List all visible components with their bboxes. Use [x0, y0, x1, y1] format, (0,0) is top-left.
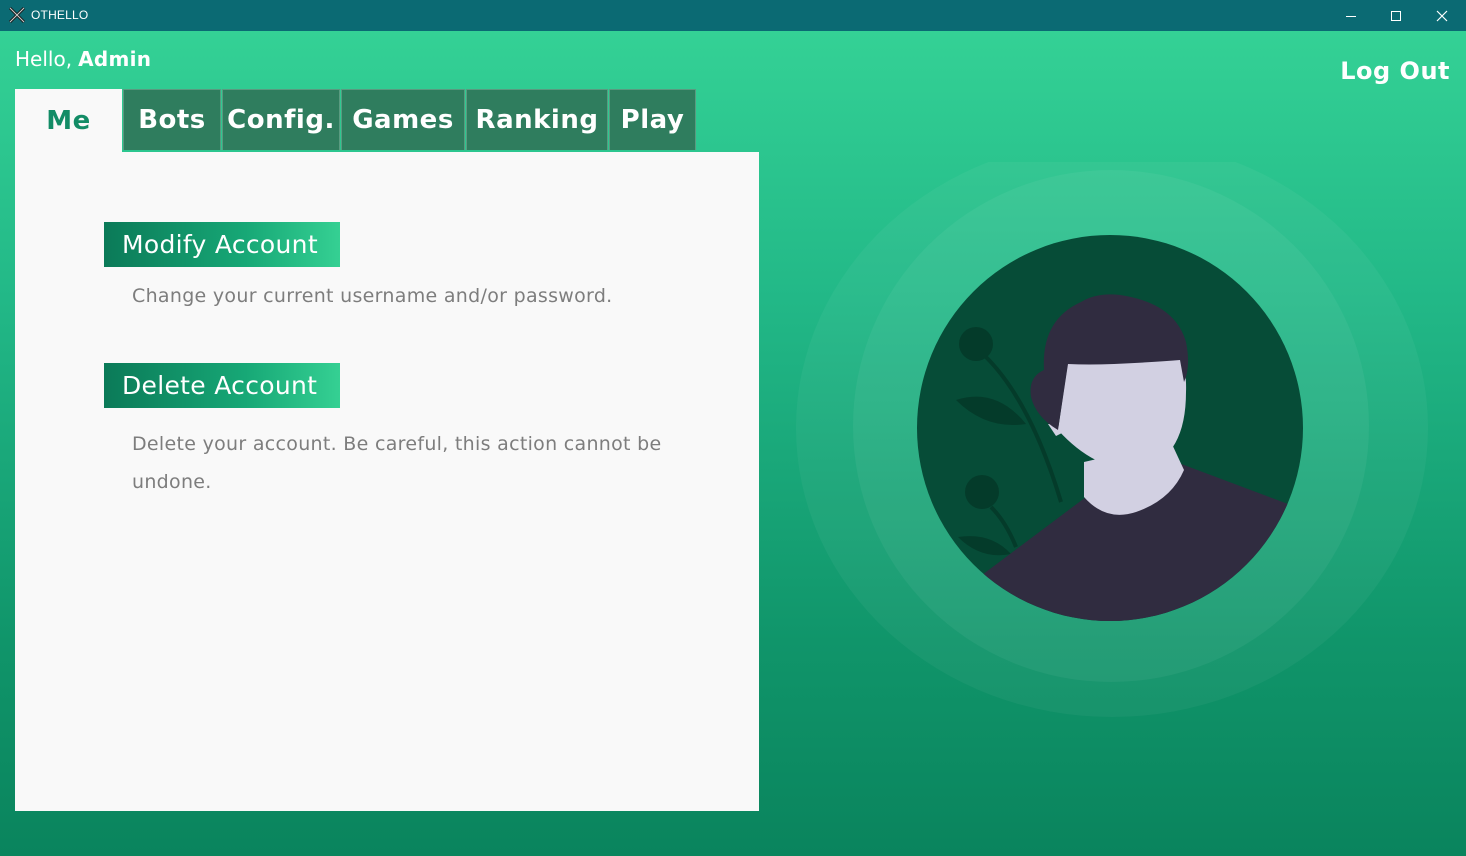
close-button[interactable]: [1419, 0, 1465, 31]
delete-account-button[interactable]: Delete Account: [104, 363, 340, 408]
username-label: Admin: [78, 47, 152, 71]
me-panel: Modify Account Change your current usern…: [15, 152, 759, 811]
user-avatar-illustration: [796, 139, 1428, 740]
close-icon: [1436, 10, 1448, 22]
logout-button[interactable]: Log Out: [1340, 57, 1450, 85]
title-bar[interactable]: OTHELLO: [0, 0, 1466, 31]
minimize-icon: [1345, 10, 1357, 22]
tab-games[interactable]: Games: [341, 89, 465, 150]
app-logo-icon: [8, 6, 26, 24]
maximize-button[interactable]: [1373, 0, 1419, 31]
delete-account-description: Delete your account. Be careful, this ac…: [132, 433, 662, 493]
tab-play[interactable]: Play: [609, 89, 696, 150]
tab-ranking[interactable]: Ranking: [466, 89, 608, 150]
tab-config[interactable]: Config.: [222, 89, 340, 150]
othello-window: OTHELLO Hello, Admin Log Out Me Bots Conf…: [0, 0, 1466, 856]
modify-account-description: Change your current username and/or pass…: [132, 285, 613, 307]
window-title: OTHELLO: [31, 8, 89, 22]
greeting: Hello, Admin: [15, 47, 151, 71]
greeting-text: Hello,: [15, 47, 73, 71]
tab-bar: Me Bots Config. Games Ranking Play: [15, 89, 697, 153]
tab-bots[interactable]: Bots: [123, 89, 221, 150]
modify-account-button[interactable]: Modify Account: [104, 222, 340, 267]
tab-me[interactable]: Me: [15, 89, 122, 153]
minimize-button[interactable]: [1328, 0, 1374, 31]
maximize-icon: [1390, 10, 1402, 22]
